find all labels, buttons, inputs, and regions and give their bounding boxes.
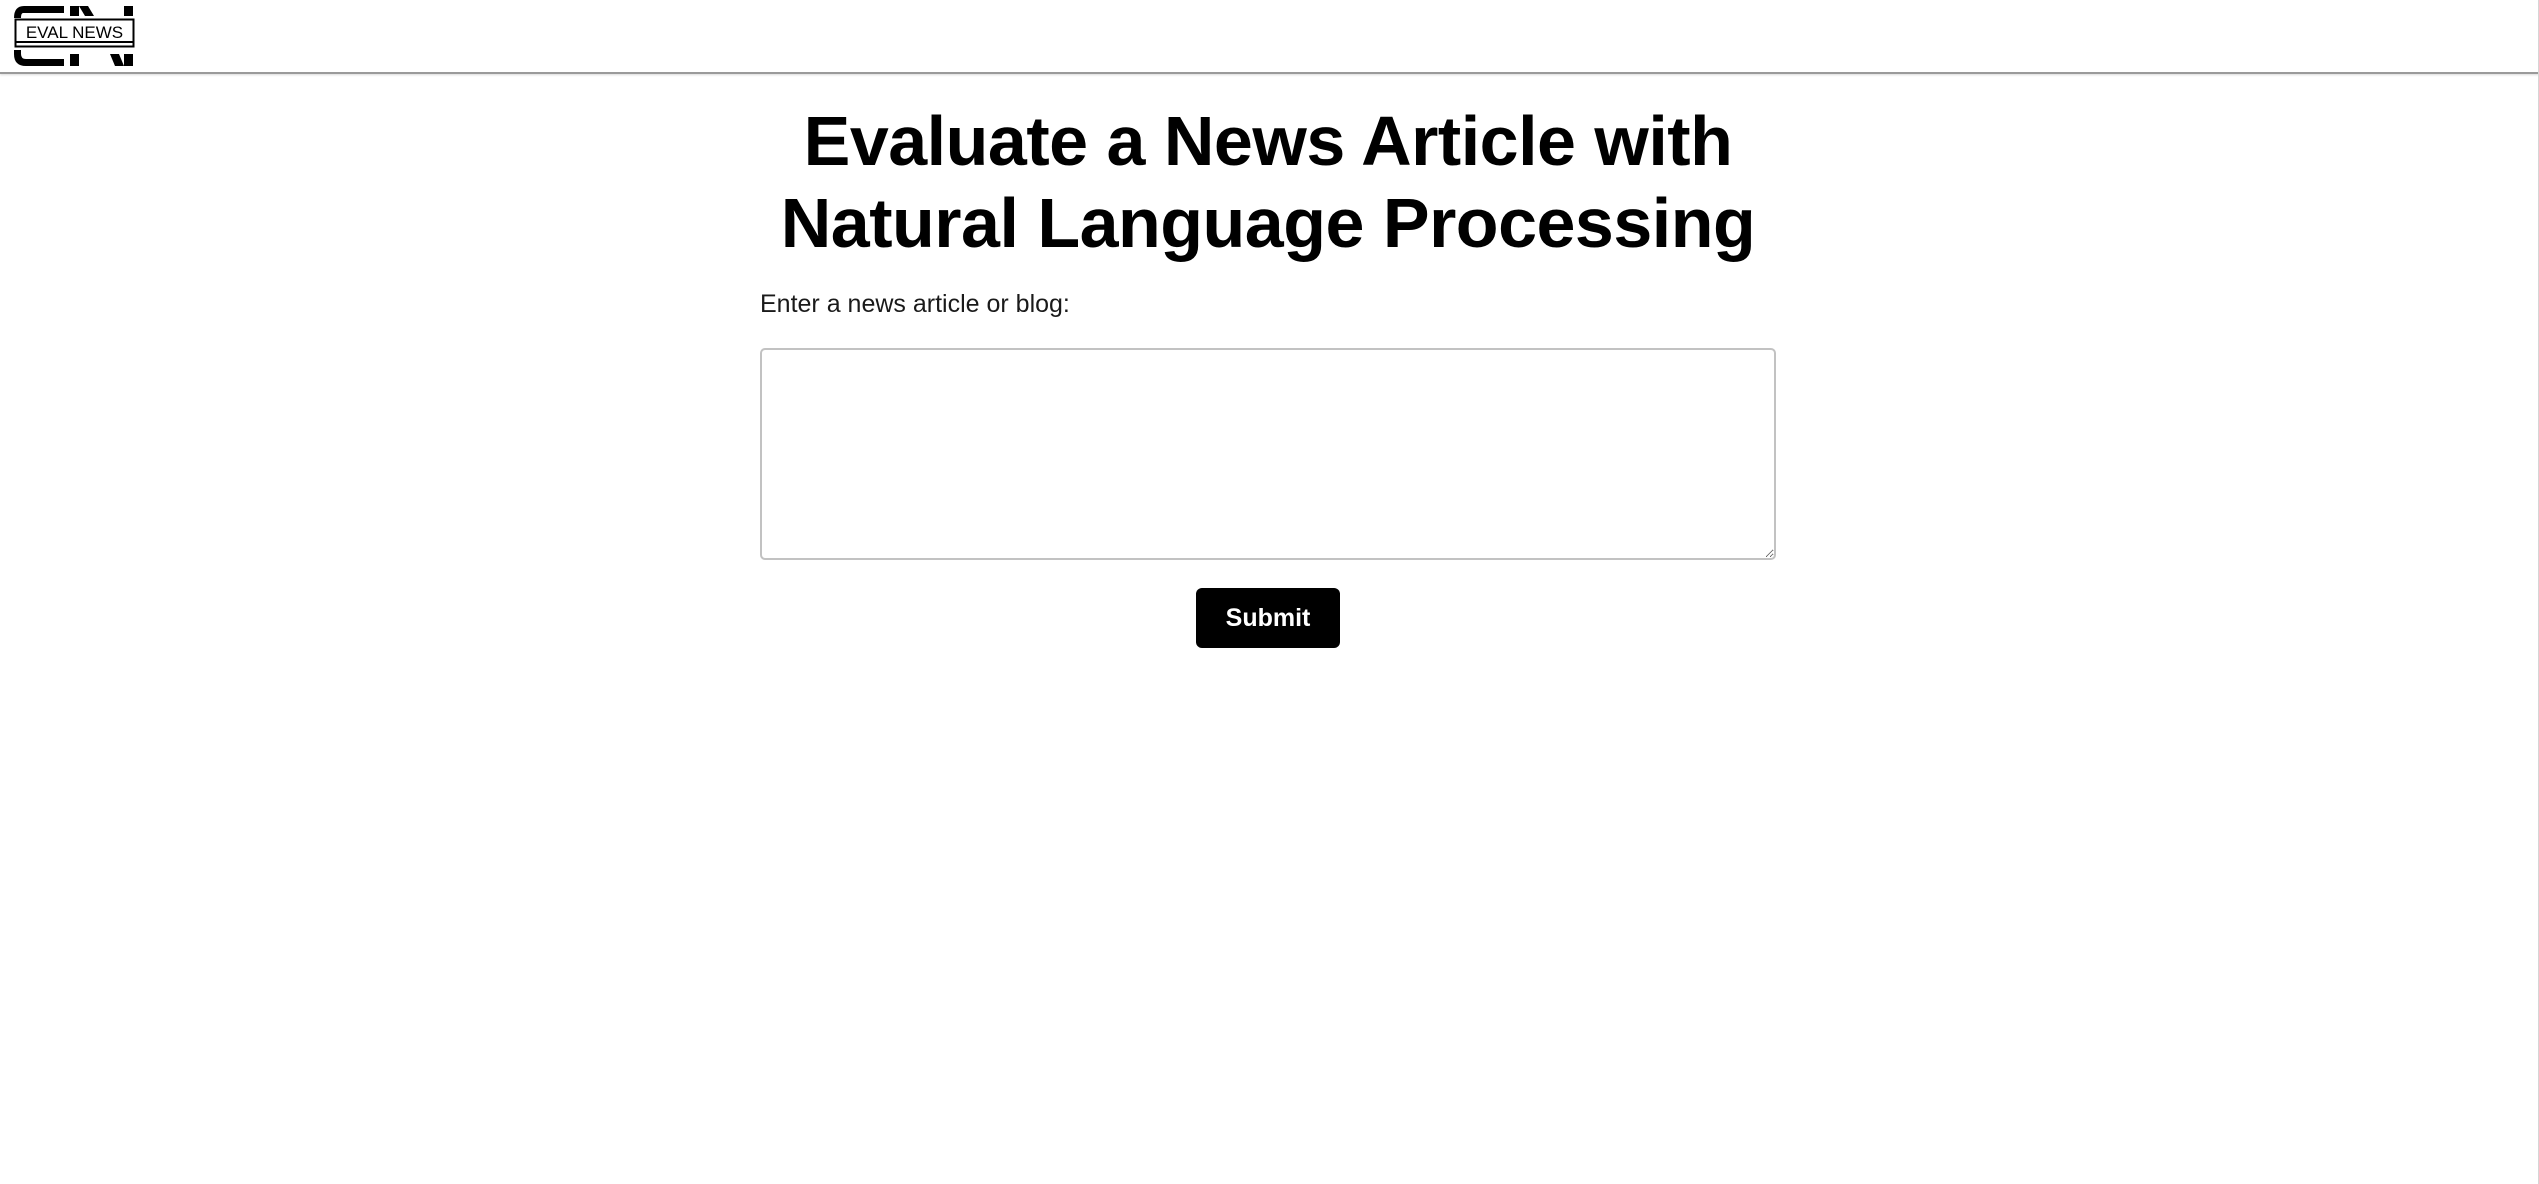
submit-button[interactable]: Submit — [1196, 588, 1340, 648]
page: EVAL NEWS Evaluate a News Article with N… — [0, 0, 2539, 1184]
logo-mark: EVAL NEWS — [14, 6, 136, 66]
submit-row: Submit — [760, 588, 1776, 648]
main-content: Evaluate a News Article with Natural Lan… — [760, 100, 1776, 648]
eval-news-logo[interactable]: EVAL NEWS — [14, 4, 136, 68]
page-title: Evaluate a News Article with Natural Lan… — [780, 102, 1756, 262]
article-input-label: Enter a news article or blog: — [760, 290, 1070, 318]
top-header: EVAL NEWS — [0, 0, 2539, 74]
logo-text: EVAL NEWS — [26, 23, 123, 42]
article-textarea[interactable] — [760, 348, 1776, 560]
